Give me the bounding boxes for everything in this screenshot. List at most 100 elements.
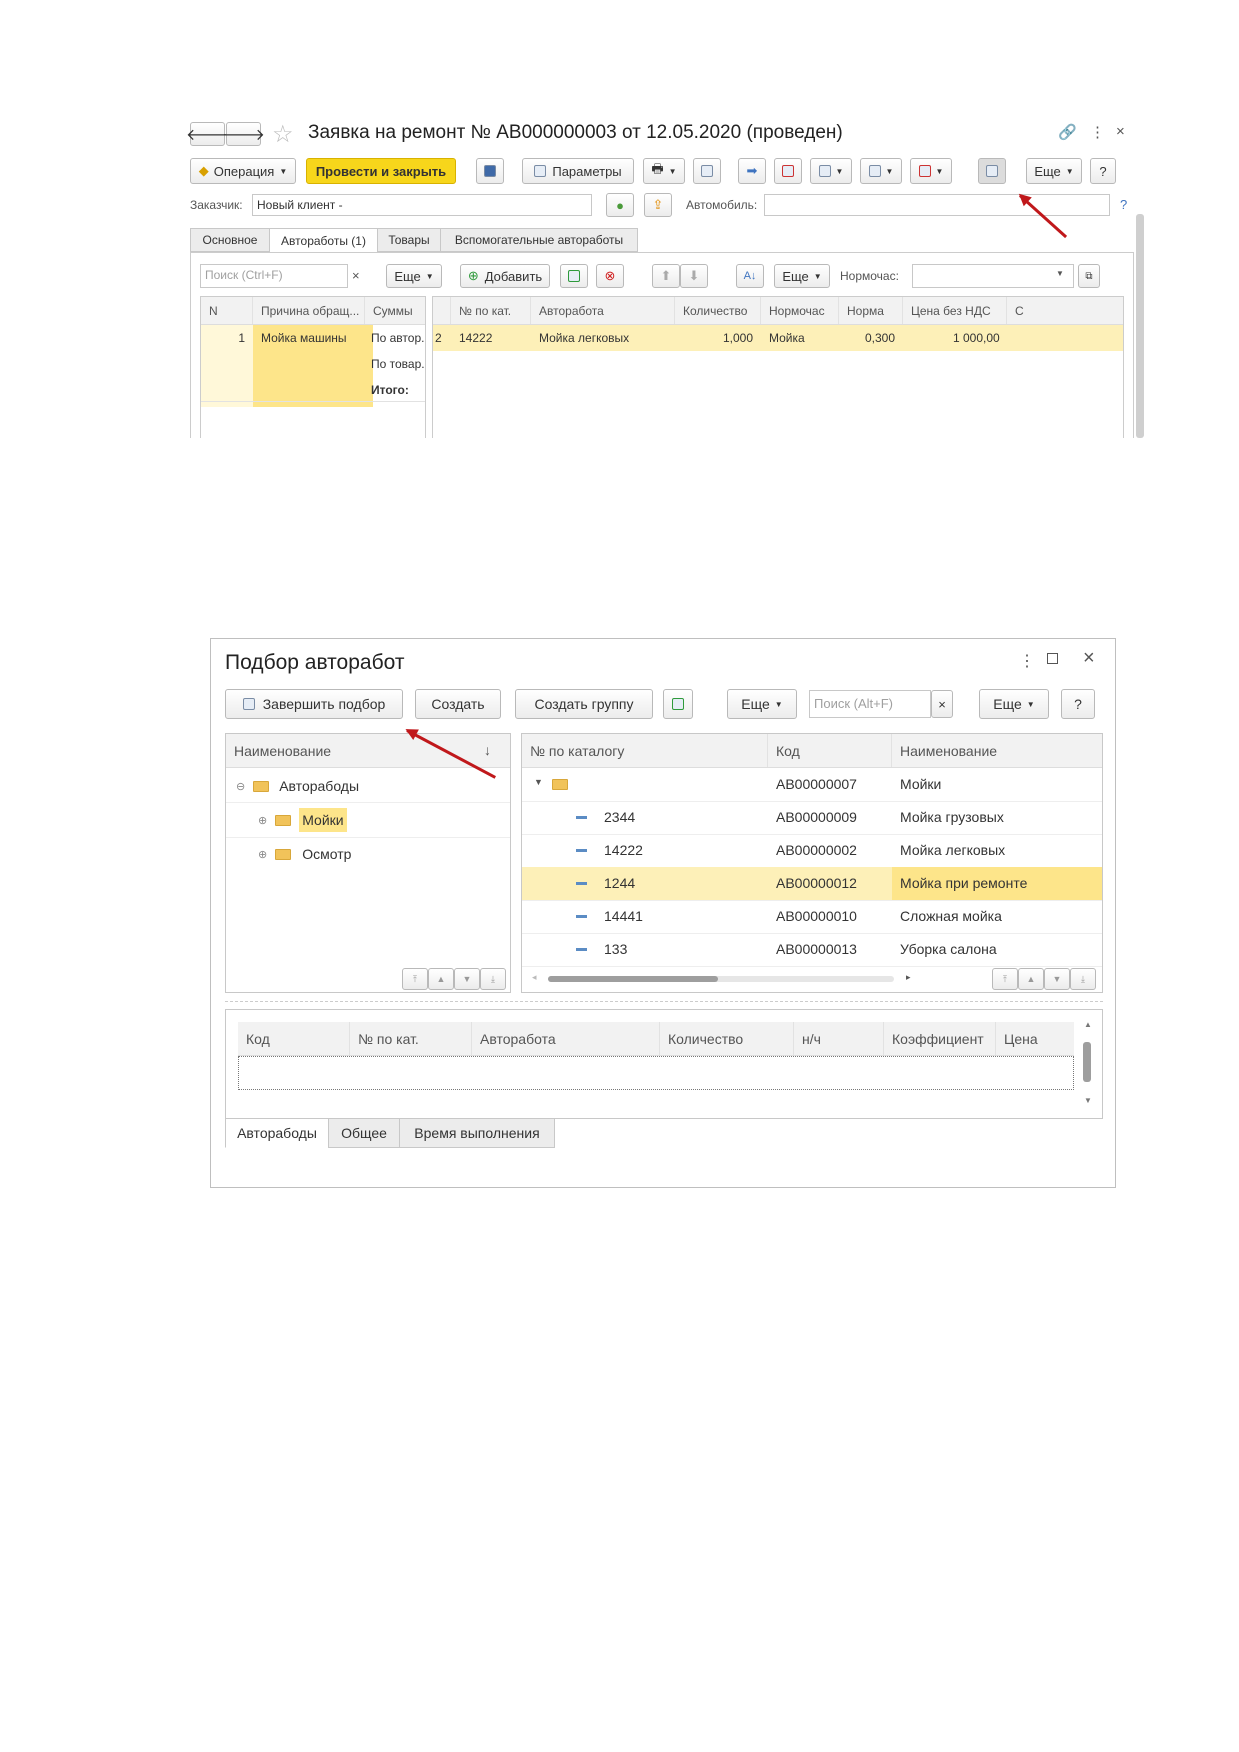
expand-icon[interactable]: ⊕ (258, 814, 267, 827)
move-down-button[interactable]: ⬇ (680, 264, 708, 288)
forward-button[interactable]: 🡒 (222, 122, 265, 146)
create-button[interactable]: Создать (415, 689, 501, 719)
tree-up-button[interactable]: ▲ (428, 968, 454, 990)
reports-menu-button[interactable]: ▼ (910, 158, 952, 184)
more2-button[interactable]: Еще ▼ (979, 689, 1049, 719)
report-button[interactable] (774, 158, 802, 184)
save-button[interactable] (476, 158, 504, 184)
close-icon[interactable]: × (1083, 647, 1095, 670)
reasons-search-input[interactable]: Поиск (Ctrl+F) (200, 264, 348, 288)
tab-autoworks[interactable]: Авторабоды (225, 1118, 329, 1148)
operation-button[interactable]: ◆ Операция ▼ (190, 158, 296, 184)
customer-open-button[interactable]: ● (606, 193, 634, 217)
add-button[interactable]: ⊕ Добавить (460, 264, 550, 288)
empty-row[interactable] (238, 1056, 1074, 1090)
col-quantity[interactable]: Количество (675, 297, 761, 324)
link-icon[interactable]: 🔗 (1058, 123, 1077, 141)
works-more-button[interactable]: Еще ▼ (774, 264, 830, 288)
goto-button[interactable]: ➡ (738, 158, 766, 184)
col-sums[interactable]: Суммы (365, 297, 425, 324)
list-col-name[interactable]: Наименование (892, 734, 1102, 767)
more-button[interactable]: Еще ▼ (1026, 158, 1082, 184)
upload-button[interactable]: ⇪ (644, 193, 672, 217)
move-up-button[interactable]: ⬆ (652, 264, 680, 288)
list-down-button[interactable]: ▼ (1044, 968, 1070, 990)
star-icon[interactable]: ☆ (272, 120, 294, 149)
works-row-norm[interactable]: 0,300 (865, 331, 895, 345)
norm-hour-dropdown-icon[interactable]: ▼ (1056, 269, 1064, 278)
sel-col-qty[interactable]: Количество (660, 1022, 794, 1055)
clear-search-icon[interactable]: × (352, 268, 360, 283)
sort-arrow-icon[interactable]: ↓ (484, 742, 491, 758)
col-price[interactable]: Цена без НДС (903, 297, 1007, 324)
list-row[interactable]: 2344 АВ00000009 Мойка грузовых (522, 801, 1102, 835)
search-input[interactable]: Поиск (Alt+F) (809, 690, 931, 718)
copy-button[interactable] (663, 689, 693, 719)
col-norm-hour[interactable]: Нормочас (761, 297, 839, 324)
tab-execution-time[interactable]: Время выполнения (399, 1118, 555, 1148)
list-row-selected[interactable]: 1244 АВ00000012 Мойка при ремонте (522, 867, 1102, 901)
sel-col-price[interactable]: Цена (996, 1022, 1074, 1055)
works-row-cat[interactable]: 14222 (459, 331, 492, 345)
tab-general[interactable]: Общее (328, 1118, 400, 1148)
sel-col-nh[interactable]: н/ч (794, 1022, 884, 1055)
col-norm[interactable]: Норма (839, 297, 903, 324)
copy-row-button[interactable] (560, 264, 588, 288)
docs-button[interactable]: ▼ (860, 158, 902, 184)
list-row[interactable]: 14441 АВ00000010 Сложная мойка (522, 900, 1102, 934)
list-up-button[interactable]: ▲ (1018, 968, 1044, 990)
create-group-button[interactable]: Создать группу (515, 689, 653, 719)
help-button[interactable]: ? (1061, 689, 1095, 719)
help-button[interactable]: ? (1090, 158, 1116, 184)
scroll-up-icon[interactable]: ▲ (1084, 1020, 1092, 1029)
more-button[interactable]: Еще ▼ (727, 689, 797, 719)
works-row-qty[interactable]: 1,000 (723, 331, 753, 345)
tree-first-button[interactable]: ⤒ (402, 968, 428, 990)
reason-row-reason[interactable]: Мойка машины (253, 325, 373, 407)
help-q-link[interactable]: ? (1120, 197, 1127, 212)
list-row[interactable]: 14222 АВ00000002 Мойка легковых (522, 834, 1102, 868)
col-autowork[interactable]: Авторабота (531, 297, 675, 324)
tab-main[interactable]: Основное (190, 228, 270, 252)
finish-selection-button[interactable]: Завершить подбор (225, 689, 403, 719)
delete-row-button[interactable]: ⊗ (596, 264, 624, 288)
tab-goods[interactable]: Товары (377, 228, 441, 252)
list-first-button[interactable]: ⤒ (992, 968, 1018, 990)
works-row-price[interactable]: 1 000,00 (953, 331, 1000, 345)
maximize-icon[interactable] (1047, 653, 1058, 664)
sel-col-work[interactable]: Авторабота (472, 1022, 660, 1055)
clear-search-button[interactable]: × (931, 690, 953, 718)
tab-aux-autoworks[interactable]: Вспомогательные автоработы (440, 228, 638, 252)
list-row[interactable]: ▼ АВ00000007 Мойки (522, 768, 1102, 802)
back-button[interactable]: 🡐 (186, 122, 229, 146)
scroll-left-icon[interactable]: ◂ (532, 972, 537, 983)
col-reason[interactable]: Причина обращ... (253, 297, 365, 324)
expand-icon[interactable]: ⊕ (258, 848, 267, 861)
reasons-more-button[interactable]: Еще ▼ (386, 264, 442, 288)
norm-hour-field[interactable] (912, 264, 1074, 288)
col-catalog-no[interactable]: № по кат. (451, 297, 531, 324)
tree-last-button[interactable]: ⤓ (480, 968, 506, 990)
print-button[interactable]: 🖶 ▼ (643, 158, 685, 184)
menu-dots-icon[interactable]: ⋮ (1090, 123, 1105, 141)
parameters-button[interactable]: Параметры (522, 158, 634, 184)
list-last-button[interactable]: ⤓ (1070, 968, 1096, 990)
works-row-norm-hour[interactable]: Мойка (769, 331, 805, 345)
norm-hour-open-button[interactable]: ⧉ (1078, 264, 1100, 288)
tree-item-inspection[interactable]: ⊕ Осмотр (258, 840, 351, 868)
tree-down-button[interactable]: ▼ (454, 968, 480, 990)
vertical-scrollbar-thumb[interactable] (1083, 1042, 1091, 1082)
reason-row-n[interactable]: 1 (201, 325, 253, 407)
sel-col-coef[interactable]: Коэффициент (884, 1022, 996, 1055)
list-row[interactable]: 133 АВ00000013 Уборка салона (522, 933, 1102, 967)
scroll-right-icon[interactable]: ▸ (906, 972, 911, 983)
works-row-work[interactable]: Мойка легковых (539, 331, 629, 345)
structure-button[interactable] (693, 158, 721, 184)
page-scrollbar[interactable] (1136, 214, 1144, 438)
sel-col-code[interactable]: Код (238, 1022, 350, 1055)
menu-dots-icon[interactable]: ⋮ (1019, 651, 1035, 671)
col-n[interactable]: N (201, 297, 253, 324)
tree-item-washes[interactable]: ⊕ Мойки (258, 806, 347, 834)
car-field[interactable] (764, 194, 1110, 216)
tab-autoworks[interactable]: Автоработы (1) (269, 228, 378, 253)
